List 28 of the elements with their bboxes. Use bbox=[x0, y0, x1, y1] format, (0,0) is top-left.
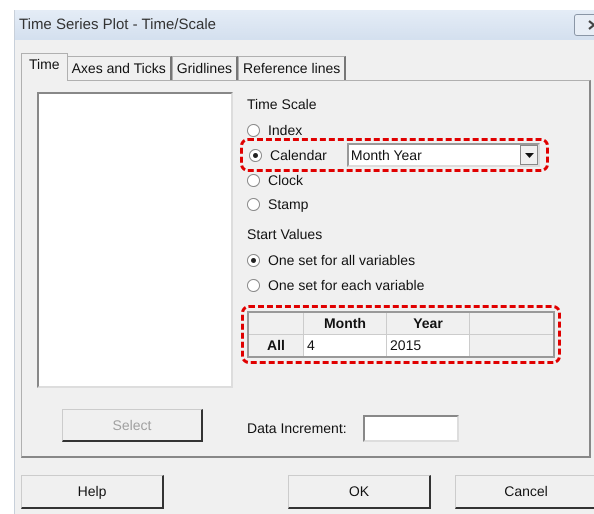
section-label: Start Values bbox=[247, 225, 324, 244]
radio-label[interactable]: One set for all variables bbox=[268, 250, 416, 270]
dialog-button[interactable]: Help bbox=[21, 475, 164, 509]
table-cell[interactable]: 2015 bbox=[387, 335, 470, 356]
radio-button[interactable] bbox=[247, 278, 260, 292]
radio-label[interactable]: Calendar bbox=[270, 144, 339, 166]
radio-label[interactable]: Index bbox=[268, 120, 338, 140]
dialog-button[interactable]: Cancel bbox=[455, 475, 594, 509]
radio-label[interactable]: One set for each variable bbox=[268, 274, 424, 296]
tab[interactable]: Axes and Ticks bbox=[66, 56, 172, 80]
table-cell[interactable]: 4 bbox=[304, 335, 387, 356]
radio-label[interactable]: Clock bbox=[268, 170, 338, 190]
tab[interactable]: Gridlines bbox=[172, 56, 238, 80]
tab[interactable]: Time bbox=[21, 53, 68, 81]
radio-button[interactable] bbox=[247, 254, 260, 266]
radio-button[interactable] bbox=[247, 174, 260, 186]
radio-button[interactable] bbox=[247, 198, 260, 210]
dialog-button[interactable]: OK bbox=[288, 475, 431, 509]
window-title: Time Series Plot - Time/Scale bbox=[19, 14, 216, 35]
tab[interactable]: Reference lines bbox=[238, 56, 346, 80]
caret-icon bbox=[524, 152, 534, 158]
radio-label[interactable]: Stamp bbox=[268, 194, 338, 214]
radio-button[interactable] bbox=[249, 148, 262, 162]
data-increment-field[interactable] bbox=[362, 415, 459, 442]
field-label: Data Increment: bbox=[247, 419, 347, 438]
section-label: Time Scale bbox=[247, 95, 318, 114]
format-dropdown[interactable]: Month Year bbox=[346, 143, 540, 167]
radio-button[interactable] bbox=[247, 124, 260, 136]
